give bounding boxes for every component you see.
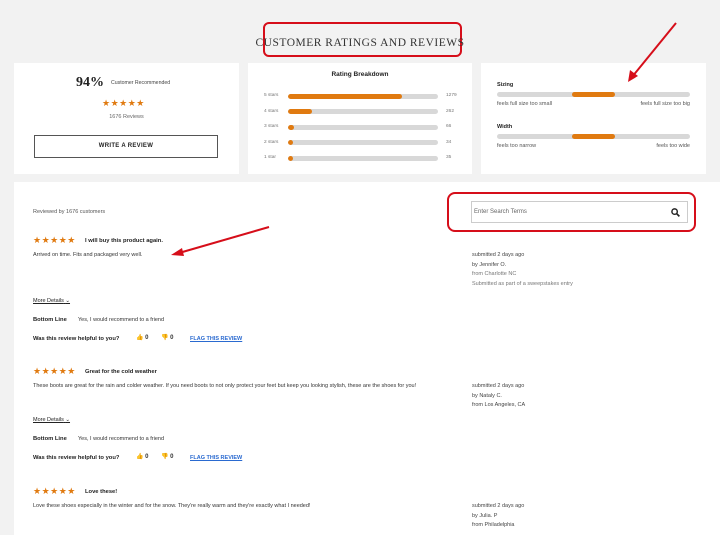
breakdown-bar-fill: [288, 140, 293, 145]
summary-stars: ★★★★★: [102, 98, 145, 108]
width-title: Width: [497, 124, 513, 130]
sizing-left-label: feels full size too small: [497, 101, 553, 107]
flag-review-link[interactable]: FLAG THIS REVIEW: [190, 455, 242, 461]
breakdown-bar: [288, 155, 438, 161]
summary-panel: 94% Customer Recommended ★★★★★ 1676 Revi…: [14, 63, 239, 174]
up-count: 0: [145, 335, 149, 341]
annotation-arrow-review: [171, 226, 270, 256]
review-count: 1676 Reviews: [109, 114, 144, 120]
review-location: from Charlotte NC: [472, 271, 517, 277]
breakdown-bar: [288, 109, 438, 114]
breakdown-bar: [288, 93, 438, 99]
search-input[interactable]: Enter Search Terms: [474, 209, 527, 215]
breakdown-count: 1279: [446, 93, 457, 98]
chevron-down-icon: ⌄: [65, 298, 71, 304]
recommend-label: Customer Recommended: [111, 80, 171, 86]
review-title: Great for the cold weather: [85, 369, 157, 375]
more-details-link[interactable]: More Details ⌄: [33, 298, 70, 304]
sizing-scale: [497, 92, 690, 97]
up-count: 0: [145, 454, 149, 460]
down-count: 0: [170, 335, 174, 341]
down-count: 0: [170, 454, 174, 460]
more-details-link[interactable]: More Details ⌄: [33, 417, 70, 423]
review-location: from Los Angeles, CA: [472, 402, 526, 408]
thumbs-up-icon: 👍: [136, 454, 144, 460]
thumbs-down-button[interactable]: 👎 0: [161, 453, 174, 460]
bottom-line-value: Yes, I would recommend to a friend: [78, 436, 165, 442]
review-title: I will buy this product again.: [85, 238, 163, 244]
width-left-label: feels too narrow: [497, 143, 537, 149]
review-body: Love these shoes especially in the winte…: [33, 503, 311, 509]
width-scale: [497, 134, 690, 139]
breakdown-bar-fill: [288, 155, 293, 161]
review-author: by Julia. P: [472, 512, 498, 519]
width-marker: [572, 134, 615, 139]
breakdown-bar-fill: [288, 124, 294, 130]
thumbs-down-icon: 👎: [161, 335, 169, 341]
chevron-down-icon: ⌄: [65, 417, 71, 423]
review-stars: ★★★★★: [33, 366, 76, 376]
review-body: Arrived on time. Fits and packaged very …: [33, 252, 143, 258]
breakdown-title: Rating Breakdown: [331, 71, 389, 78]
review-body: These boots are great for the rain and c…: [33, 383, 417, 389]
breakdown-label: 4 stars: [264, 108, 279, 114]
review-submitted: submitted 2 days ago: [472, 383, 525, 389]
more-details-label: More Details: [33, 417, 64, 423]
flag-review-link[interactable]: FLAG THIS REVIEW: [190, 336, 242, 342]
breakdown-label: 2 stars: [264, 139, 279, 145]
thumbs-down-icon: 👎: [161, 454, 169, 460]
search-box[interactable]: Enter Search Terms: [471, 201, 688, 223]
breakdown-bar: [288, 124, 438, 130]
thumbs-up-button[interactable]: 👍 0: [136, 453, 149, 460]
review-meta: submitted 2 days ago by Jennifer O. from…: [472, 251, 573, 289]
bottom-line-label: Bottom Line: [33, 317, 67, 323]
bottom-line-label: Bottom Line: [33, 436, 67, 442]
review-author: by Jennifer O.: [472, 261, 507, 268]
more-details-label: More Details: [33, 298, 64, 304]
thumbs-up-button[interactable]: 👍 0: [136, 334, 149, 341]
review-submitted: submitted 2 days ago: [472, 252, 525, 258]
breakdown-count: 34: [446, 139, 452, 145]
thumbs-up-icon: 👍: [136, 335, 144, 341]
review-submitted: submitted 2 days ago: [472, 503, 525, 509]
review-meta: submitted 2 days ago by Nataly C. from L…: [472, 382, 525, 411]
helpful-label: Was this review helpful to you?: [33, 455, 120, 461]
breakdown-count: 262: [446, 108, 455, 114]
recommend-percent: 94%: [76, 75, 104, 90]
review-stars: ★★★★★: [33, 235, 76, 245]
review-note: Submitted as part of a sweepstakes entry: [472, 280, 573, 287]
rating-breakdown-panel: Rating Breakdown 5 stars 1279 4 stars 262 3 …: [248, 63, 472, 174]
breakdown-bar-fill: [288, 93, 402, 99]
width-right-label: feels too wide: [656, 143, 690, 149]
sizing-marker: [572, 92, 615, 97]
breakdown-bar-fill: [288, 109, 312, 114]
review-location: from Philadelphia: [472, 522, 515, 528]
thumbs-down-button[interactable]: 👎 0: [161, 334, 174, 341]
helpful-label: Was this review helpful to you?: [33, 336, 120, 342]
sizing-right-label: feels full size too big: [640, 101, 690, 107]
review-title: Love these!: [85, 489, 118, 495]
write-review-button[interactable]: WRITE A REVIEW: [34, 135, 218, 158]
sizing-title: Sizing: [497, 82, 514, 88]
search-icon[interactable]: [671, 208, 680, 217]
review-author: by Nataly C.: [472, 392, 502, 399]
annotation-arrow-fit: [628, 22, 677, 82]
breakdown-label: 1 star: [264, 155, 276, 160]
reviewed-by-label: Reviewed by 1676 customers: [33, 209, 106, 215]
breakdown-count: 35: [446, 155, 452, 160]
page-title: CUSTOMER RATINGS AND REVIEWS: [255, 37, 465, 49]
review-meta: submitted 2 days ago by Julia. P from Ph…: [472, 502, 524, 531]
breakdown-count: 66: [446, 124, 452, 129]
breakdown-bar: [288, 140, 438, 145]
reviews-panel: [14, 182, 720, 535]
review-stars: ★★★★★: [33, 486, 76, 496]
breakdown-label: 3 stars: [264, 124, 279, 129]
breakdown-label: 5 stars: [264, 93, 279, 98]
bottom-line-value: Yes, I would recommend to a friend: [78, 317, 165, 323]
